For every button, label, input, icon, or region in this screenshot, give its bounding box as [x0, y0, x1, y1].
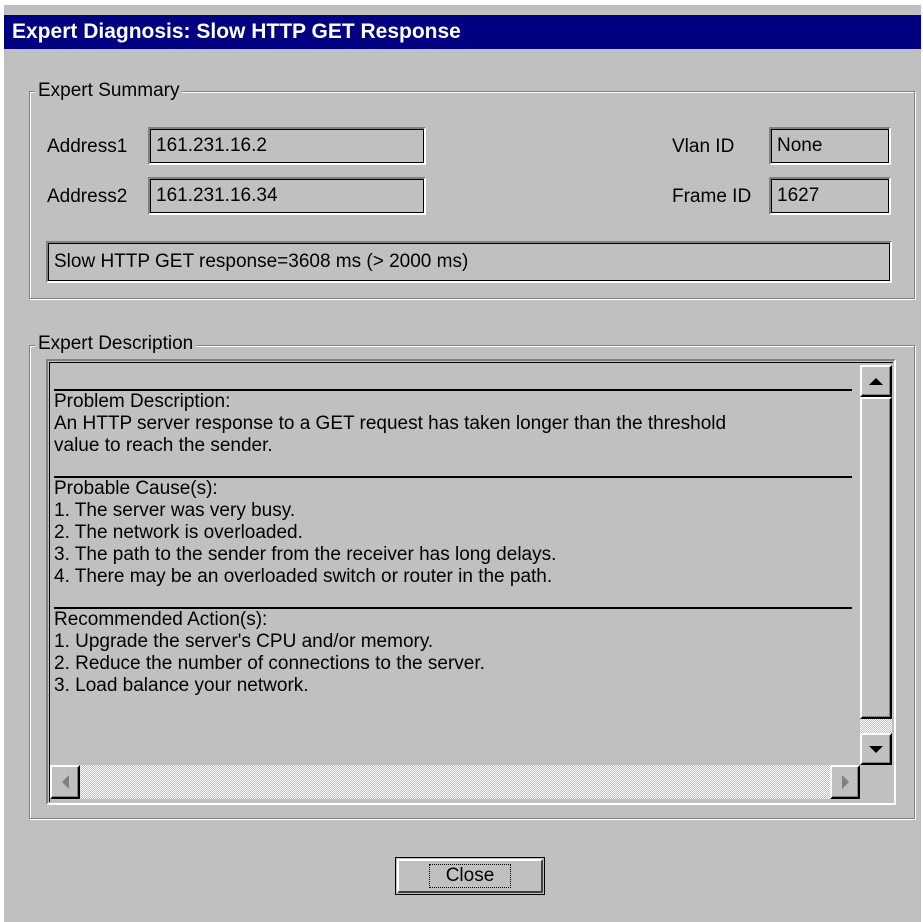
scroll-right-button[interactable]: [830, 765, 860, 799]
expert-diagnosis-window: Expert Diagnosis: Slow HTTP GET Response…: [4, 5, 921, 922]
action-line: 2. Reduce the number of connections to t…: [54, 653, 485, 674]
actions-heading: Recommended Action(s):: [54, 609, 268, 630]
scroll-left-button[interactable]: [50, 765, 80, 799]
cause-line: 3. The path to the sender from the recei…: [54, 544, 557, 565]
problem-heading: Problem Description:: [54, 391, 231, 412]
cause-line: 4. There may be an overloaded switch or …: [54, 566, 553, 587]
expert-summary-legend: Expert Summary: [35, 80, 183, 102]
action-line: 1. Upgrade the server's CPU and/or memor…: [54, 631, 434, 652]
problem-line: value to reach the sender.: [54, 435, 273, 456]
arrow-up-icon: [869, 377, 883, 385]
frame-id-label: Frame ID: [672, 186, 752, 207]
horizontal-scrollbar[interactable]: [50, 765, 860, 799]
scroll-up-button[interactable]: [860, 365, 892, 397]
arrow-right-icon: [841, 775, 849, 789]
close-button-face: Close: [397, 859, 543, 893]
vlan-id-field[interactable]: None: [769, 127, 891, 165]
arrow-left-icon: [61, 775, 69, 789]
action-line: 3. Load balance your network.: [54, 675, 309, 696]
address1-label: Address1: [47, 136, 128, 157]
cause-line: 1. The server was very busy.: [54, 500, 296, 521]
causes-heading: Probable Cause(s):: [54, 478, 218, 499]
address2-label: Address2: [47, 186, 128, 207]
expert-description-textbox[interactable]: Problem Description: An HTTP server resp…: [46, 359, 896, 805]
scroll-down-button[interactable]: [860, 733, 892, 765]
frame-id-field[interactable]: 1627: [769, 177, 891, 215]
summary-message-field[interactable]: Slow HTTP GET response=3608 ms (> 2000 m…: [46, 241, 892, 283]
close-button-label: Close: [428, 864, 512, 888]
close-button[interactable]: Close: [395, 857, 545, 895]
vertical-scrollbar[interactable]: [860, 363, 892, 765]
vertical-scroll-thumb[interactable]: [860, 397, 892, 719]
expert-description-legend: Expert Description: [35, 333, 197, 355]
problem-line: An HTTP server response to a GET request…: [54, 413, 727, 434]
vlan-id-label: Vlan ID: [672, 136, 735, 157]
description-content: Problem Description: An HTTP server resp…: [54, 363, 854, 697]
address1-field[interactable]: 161.231.16.2: [148, 127, 426, 165]
arrow-down-icon: [869, 745, 883, 753]
scrollbar-corner: [860, 765, 892, 799]
window-title: Expert Diagnosis: Slow HTTP GET Response: [4, 15, 921, 49]
address2-field[interactable]: 161.231.16.34: [148, 177, 426, 215]
cause-line: 2. The network is overloaded.: [54, 522, 303, 543]
